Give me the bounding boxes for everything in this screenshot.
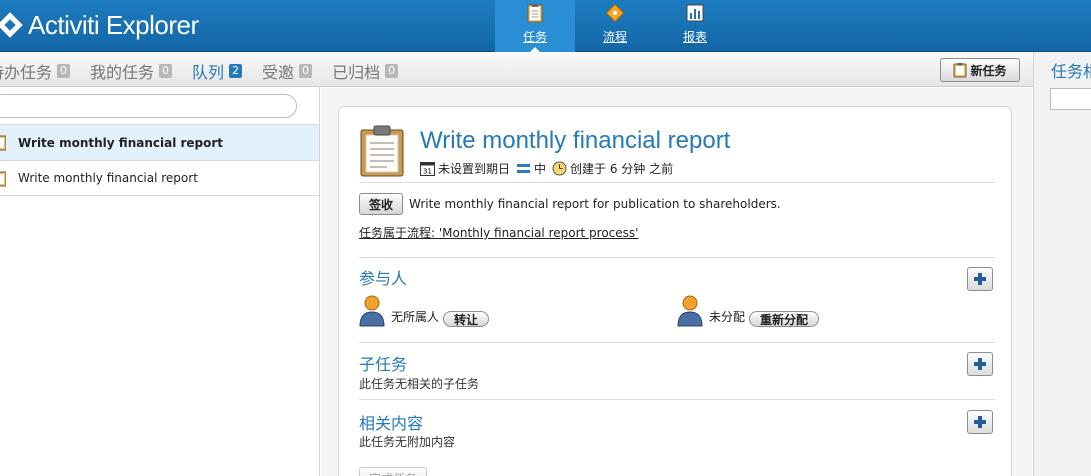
- task-toolbar: 待办任务 0 我的任务 0 队列 2 受邀 0 已归档 0 新任务: [0, 52, 1033, 87]
- nav-tasks[interactable]: 任务: [495, 0, 575, 53]
- related-section-title: 相关内容: [359, 414, 424, 433]
- plus-icon: [974, 416, 986, 428]
- plus-icon: [974, 273, 986, 285]
- right-panel-title: 任务相: [1051, 62, 1091, 81]
- add-subtask-button[interactable]: [967, 352, 993, 376]
- divider: [359, 257, 995, 258]
- task-list-panel: Write monthly financial report Write mon…: [0, 87, 320, 476]
- clipboard-icon: [953, 63, 967, 78]
- process-icon: [605, 3, 625, 23]
- svg-text:31: 31: [423, 168, 432, 176]
- clipboard-icon: [0, 171, 6, 187]
- task-tabs: 待办任务 0 我的任务 0 队列 2 受邀 0 已归档 0: [0, 59, 418, 83]
- owner-label: 无所属人: [391, 310, 440, 324]
- right-panel: 任务相: [1033, 52, 1091, 476]
- app-title: Activiti Explorer: [28, 9, 199, 40]
- tab-involved-count: 0: [299, 64, 313, 78]
- process-link[interactable]: 任务属于流程: 'Monthly financial report proces…: [359, 224, 638, 241]
- reassign-button[interactable]: 重新分配: [749, 311, 820, 327]
- task-list: Write monthly financial report Write mon…: [0, 124, 319, 196]
- task-detail-card: Write monthly financial report 31 未设置到期日…: [338, 106, 1012, 476]
- task-detail-area: Write monthly financial report 31 未设置到期日…: [321, 88, 1032, 476]
- tab-archived[interactable]: 已归档 0: [332, 59, 399, 83]
- task-description[interactable]: Write monthly financial report for publi…: [409, 197, 781, 211]
- tab-my-tasks-count: 0: [159, 64, 173, 78]
- tab-archived-count: 0: [385, 64, 399, 78]
- people-section-title: 参与人: [359, 269, 408, 288]
- new-task-button[interactable]: 新任务: [940, 58, 1020, 82]
- clipboard-icon: [360, 125, 404, 177]
- clock-icon: [552, 161, 567, 176]
- related-empty-text: 此任务无附加内容: [359, 435, 456, 449]
- claim-button[interactable]: 签收: [359, 193, 403, 215]
- assignee-label: 未分配: [709, 310, 746, 324]
- tab-inbox[interactable]: 待办任务 0: [0, 59, 71, 83]
- task-search[interactable]: [0, 94, 297, 118]
- task-due[interactable]: 未设置到期日: [438, 160, 510, 177]
- divider: [359, 182, 995, 183]
- tab-queued-count: 2: [229, 64, 243, 78]
- right-panel-input[interactable]: [1050, 88, 1091, 110]
- app-logo[interactable]: Activiti Explorer: [0, 8, 199, 42]
- list-item[interactable]: Write monthly financial report: [0, 160, 319, 196]
- task-search-input[interactable]: [0, 95, 296, 117]
- nav-reports-label: 报表: [682, 30, 707, 44]
- subtasks-section-title: 子任务: [359, 355, 408, 374]
- add-people-button[interactable]: [967, 267, 993, 291]
- task-title: Write monthly financial report: [420, 127, 731, 154]
- user-icon: [677, 295, 703, 327]
- nav-processes-label: 流程: [602, 30, 627, 44]
- transfer-button[interactable]: 转让: [443, 311, 490, 327]
- bar-chart-icon: [686, 4, 704, 22]
- tab-involved-label: 受邀: [262, 63, 295, 82]
- list-item-name: Write monthly financial report: [18, 171, 198, 185]
- nav-tasks-label: 任务: [522, 30, 547, 44]
- subtasks-empty-text: 此任务无相关的子任务: [359, 377, 480, 391]
- user-icon: [359, 295, 385, 327]
- tab-my-tasks-label: 我的任务: [90, 63, 155, 82]
- task-meta: 31 未设置到期日 中 创建于 6 分钟 之前: [420, 160, 673, 177]
- app-header: Activiti Explorer 任务 流程 报表: [0, 0, 1091, 53]
- calendar-icon[interactable]: 31: [420, 161, 435, 176]
- activiti-logo-icon: [0, 12, 23, 38]
- main-nav: 任务 流程 报表: [495, 0, 735, 53]
- clipboard-icon: [527, 4, 543, 23]
- tab-queued[interactable]: 队列 2: [192, 59, 243, 83]
- tab-my-tasks[interactable]: 我的任务 0: [90, 59, 173, 83]
- divider: [359, 342, 995, 343]
- priority-icon: [517, 164, 531, 173]
- plus-icon: [974, 358, 986, 370]
- divider: [359, 399, 995, 400]
- task-priority[interactable]: 中: [534, 160, 546, 177]
- tab-involved[interactable]: 受邀 0: [262, 59, 313, 83]
- task-created: 创建于 6 分钟 之前: [570, 162, 674, 176]
- complete-task-button[interactable]: 完成任务: [359, 467, 427, 476]
- owner-entry: 无所属人 转让: [359, 295, 490, 327]
- nav-processes[interactable]: 流程: [575, 0, 655, 52]
- tab-archived-label: 已归档: [332, 63, 381, 82]
- new-task-label: 新任务: [970, 63, 1007, 78]
- nav-reports[interactable]: 报表: [655, 0, 735, 52]
- tab-queued-label: 队列: [192, 63, 225, 82]
- tab-inbox-label: 待办任务: [0, 63, 53, 82]
- list-item[interactable]: Write monthly financial report: [0, 124, 319, 160]
- add-related-button[interactable]: [967, 410, 993, 434]
- tab-inbox-count: 0: [57, 64, 71, 78]
- list-item-name: Write monthly financial report: [18, 135, 224, 150]
- assignee-entry: 未分配 重新分配: [677, 295, 820, 327]
- clipboard-icon: [0, 135, 6, 151]
